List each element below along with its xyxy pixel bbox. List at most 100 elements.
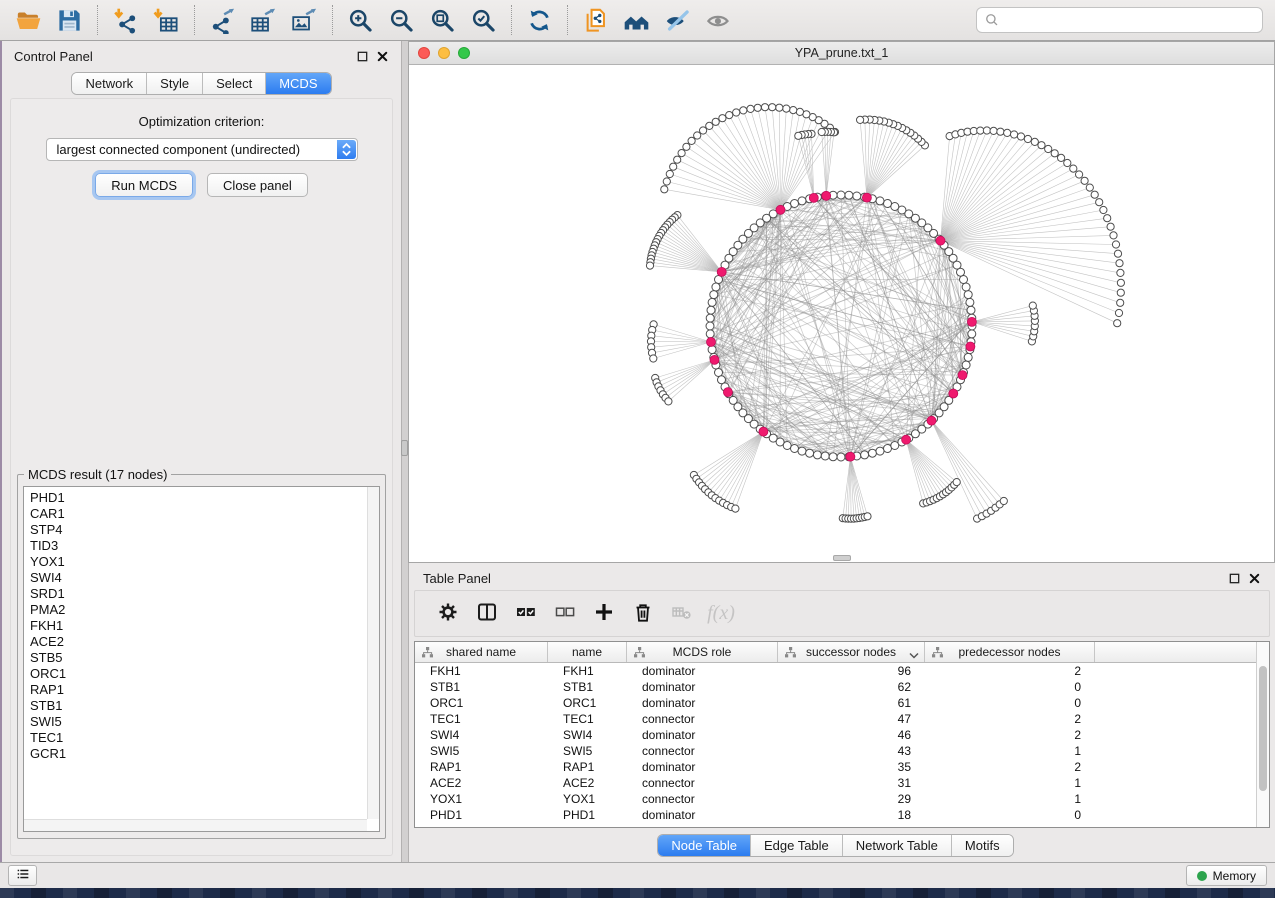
tab-motifs[interactable]: Motifs (951, 835, 1013, 856)
memory-button[interactable]: Memory (1186, 865, 1267, 886)
mcds-result-node[interactable]: TEC1 (30, 730, 379, 746)
mcds-result-node[interactable]: ACE2 (30, 634, 379, 650)
vertical-splitter-handle[interactable] (401, 440, 408, 456)
add-column-button[interactable] (585, 595, 623, 633)
table-panel-close-button[interactable] (1246, 570, 1263, 587)
export-network-button[interactable] (202, 2, 243, 39)
search-input[interactable] (976, 7, 1263, 33)
toolbar-separator (567, 5, 568, 35)
zoom-out-button[interactable] (381, 2, 422, 39)
cell-shared-name: ACE2 (415, 775, 548, 791)
hide-selected-button[interactable] (657, 2, 698, 39)
import-table-button[interactable] (146, 2, 187, 39)
table-row[interactable]: ORC1ORC1dominator610 (415, 695, 1269, 711)
table-row[interactable]: YOX1YOX1connector291 (415, 791, 1269, 807)
mcds-result-node[interactable]: STP4 (30, 522, 379, 538)
cell-predecessor-nodes: 0 (925, 695, 1095, 711)
import-network-button[interactable] (105, 2, 146, 39)
minimize-window-icon[interactable] (438, 47, 450, 59)
show-columns-button[interactable] (468, 595, 506, 633)
memory-status-dot (1197, 871, 1207, 881)
table-row[interactable]: RAP1RAP1dominator352 (415, 759, 1269, 775)
mcds-result-node[interactable]: CAR1 (30, 506, 379, 522)
mcds-result-node[interactable]: PHD1 (30, 490, 379, 506)
close-panel-button[interactable]: Close panel (207, 173, 308, 197)
mcds-result-node[interactable]: FKH1 (30, 618, 379, 634)
mcds-result-node[interactable]: PMA2 (30, 602, 379, 618)
mcds-result-list[interactable]: PHD1CAR1STP4TID3YOX1SWI4SRD1PMA2FKH1ACE2… (23, 486, 380, 832)
deselect-all-icon (553, 600, 577, 627)
mcds-result-node[interactable]: RAP1 (30, 682, 379, 698)
mcds-result-node[interactable]: SWI4 (30, 570, 379, 586)
table-row[interactable]: FKH1FKH1dominator962 (415, 663, 1269, 679)
network-canvas[interactable] (409, 65, 1274, 562)
mcds-result-node[interactable]: YOX1 (30, 554, 379, 570)
open-file-button[interactable] (8, 2, 49, 39)
mcds-result-node[interactable]: ORC1 (30, 666, 379, 682)
criterion-dropdown[interactable]: largest connected component (undirected) (46, 138, 358, 161)
export-table-button[interactable] (243, 2, 284, 39)
save-session-button[interactable] (49, 2, 90, 39)
column-header-shared-name[interactable]: shared name (415, 642, 548, 662)
maximize-window-icon[interactable] (458, 47, 470, 59)
cell-name: SWI4 (548, 727, 627, 743)
control-panel-close-button[interactable] (374, 48, 391, 65)
duplicate-network-icon (582, 7, 609, 34)
export-table-icon (250, 7, 277, 34)
column-header-predecessor-nodes[interactable]: predecessor nodes (925, 642, 1095, 662)
tab-edge-table[interactable]: Edge Table (750, 835, 842, 856)
first-neighbors-button[interactable] (616, 2, 657, 39)
table-row[interactable]: TEC1TEC1connector472 (415, 711, 1269, 727)
horizontal-splitter-handle[interactable] (833, 555, 851, 561)
mcds-result-title: MCDS result (17 nodes) (24, 467, 171, 482)
column-header-MCDS-role[interactable]: MCDS role (627, 642, 778, 662)
table-row[interactable]: SWI4SWI4dominator462 (415, 727, 1269, 743)
cell-predecessor-nodes: 0 (925, 807, 1095, 823)
table-row[interactable]: STB1STB1dominator620 (415, 679, 1269, 695)
table-row[interactable]: PHD1PHD1dominator180 (415, 807, 1269, 823)
duplicate-network-button[interactable] (575, 2, 616, 39)
mcds-result-node[interactable]: GCR1 (30, 746, 379, 762)
network-window-title: YPA_prune.txt_1 (409, 42, 1274, 64)
mcds-result-node[interactable]: TID3 (30, 538, 379, 554)
tab-mcds[interactable]: MCDS (265, 73, 330, 94)
mcds-result-node[interactable]: SWI5 (30, 714, 379, 730)
table-panel-float-button[interactable] (1226, 570, 1243, 587)
table-options-gear-button[interactable] (429, 595, 467, 633)
tab-node-table[interactable]: Node Table (658, 835, 750, 856)
zoom-selected-button[interactable] (463, 2, 504, 39)
tab-style[interactable]: Style (146, 73, 202, 94)
run-mcds-button[interactable]: Run MCDS (95, 173, 193, 197)
control-panel-float-button[interactable] (354, 48, 371, 65)
select-all-button[interactable] (507, 595, 545, 633)
export-image-button[interactable] (284, 2, 325, 39)
zoom-in-icon (347, 7, 374, 34)
mcds-result-group: MCDS result (17 nodes) PHD1CAR1STP4TID3Y… (17, 467, 386, 839)
save-session-icon (56, 7, 83, 34)
tab-select[interactable]: Select (202, 73, 265, 94)
column-header-successor-nodes[interactable]: successor nodes (778, 642, 925, 662)
table-row[interactable]: ACE2ACE2connector311 (415, 775, 1269, 791)
deselect-all-button[interactable] (546, 595, 584, 633)
zoom-in-button[interactable] (340, 2, 381, 39)
result-horizontal-scrollbar[interactable] (24, 819, 367, 831)
result-vertical-scrollbar[interactable] (367, 487, 379, 819)
export-image-icon (291, 7, 318, 34)
refresh-button[interactable] (519, 2, 560, 39)
control-panel-title: Control Panel (14, 49, 93, 64)
show-all-button[interactable] (698, 2, 739, 39)
delete-column-button[interactable] (624, 595, 662, 633)
zoom-fit-button[interactable] (422, 2, 463, 39)
mcds-result-node[interactable]: STB1 (30, 698, 379, 714)
network-graph[interactable] (409, 65, 1275, 564)
tab-network[interactable]: Network (72, 73, 146, 94)
tab-network-table[interactable]: Network Table (842, 835, 951, 856)
close-window-icon[interactable] (418, 47, 430, 59)
column-header-name[interactable]: name (548, 642, 627, 662)
table-row[interactable]: SWI5SWI5connector431 (415, 743, 1269, 759)
mcds-result-node[interactable]: SRD1 (30, 586, 379, 602)
mcds-result-node[interactable]: STB5 (30, 650, 379, 666)
table-vertical-scrollbar[interactable] (1256, 642, 1269, 827)
table-scrollbar-thumb[interactable] (1259, 666, 1267, 791)
task-history-button[interactable] (8, 865, 37, 886)
